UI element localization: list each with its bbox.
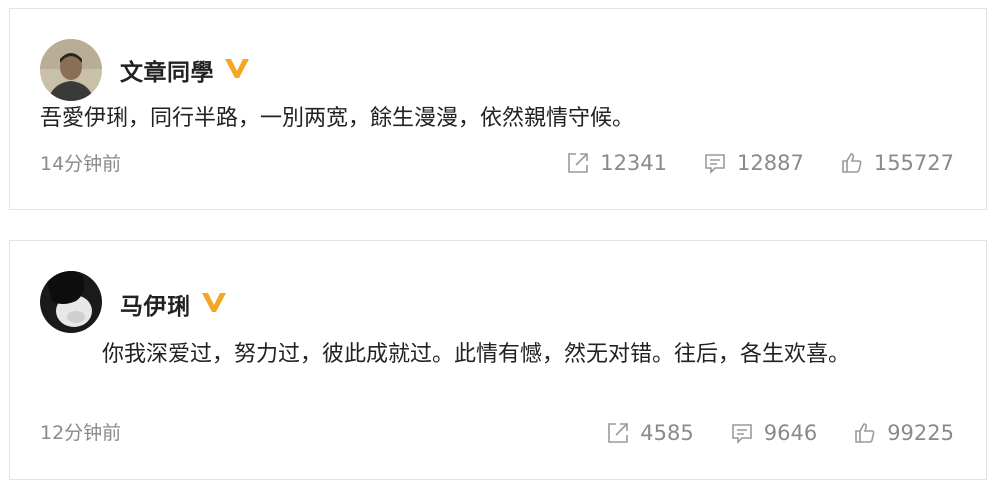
like-count: 99225 [887,421,954,445]
username[interactable]: 文章同學 [120,53,214,87]
comment-bubble-icon [705,154,725,174]
repost-button[interactable]: 4585 [606,421,694,445]
user-header: 马伊琍 [120,287,227,321]
post-card: 马伊琍 你我深爱过，努力过，彼此成就过。此情有憾，然无对错。往后，各生欢喜。 1… [9,240,987,480]
verified-icon [201,291,227,317]
username[interactable]: 马伊琍 [120,287,191,321]
comment-bubble-icon [731,424,752,444]
share-arrow-icon [568,153,589,173]
action-bar: 4585 9646 99225 [606,421,954,445]
avatar[interactable] [40,271,102,333]
repost-count: 4585 [640,421,694,445]
avatar[interactable] [40,39,102,101]
repost-count: 12341 [600,151,668,175]
post-text: 吾愛伊琍，同行半路，一別两宽，餘生漫漫，依然親情守候。 [40,106,635,131]
like-button[interactable]: 155727 [840,151,954,175]
user-header: 文章同學 [120,53,250,87]
post-card: 文章同學 吾愛伊琍，同行半路，一別两宽，餘生漫漫，依然親情守候。 14分钟前 1… [9,8,987,210]
action-bar: 12341 12887 155727 [566,151,954,175]
timestamp[interactable]: 12分钟前 [40,418,121,445]
like-count: 155727 [873,151,954,175]
like-button[interactable]: 99225 [853,421,954,445]
thumbs-up-icon [842,153,862,173]
thumbs-up-icon [855,423,875,443]
comment-count: 9646 [763,421,818,445]
share-arrow-icon [608,423,629,443]
verified-icon [224,57,250,83]
post-text: 你我深爱过，努力过，彼此成就过。此情有憾，然无对错。往后，各生欢喜。 [102,342,851,367]
timestamp[interactable]: 14分钟前 [40,149,121,176]
comment-count: 12887 [737,151,804,175]
comment-button[interactable]: 12887 [703,151,804,175]
repost-button[interactable]: 12341 [566,151,667,175]
comment-button[interactable]: 9646 [730,421,817,445]
